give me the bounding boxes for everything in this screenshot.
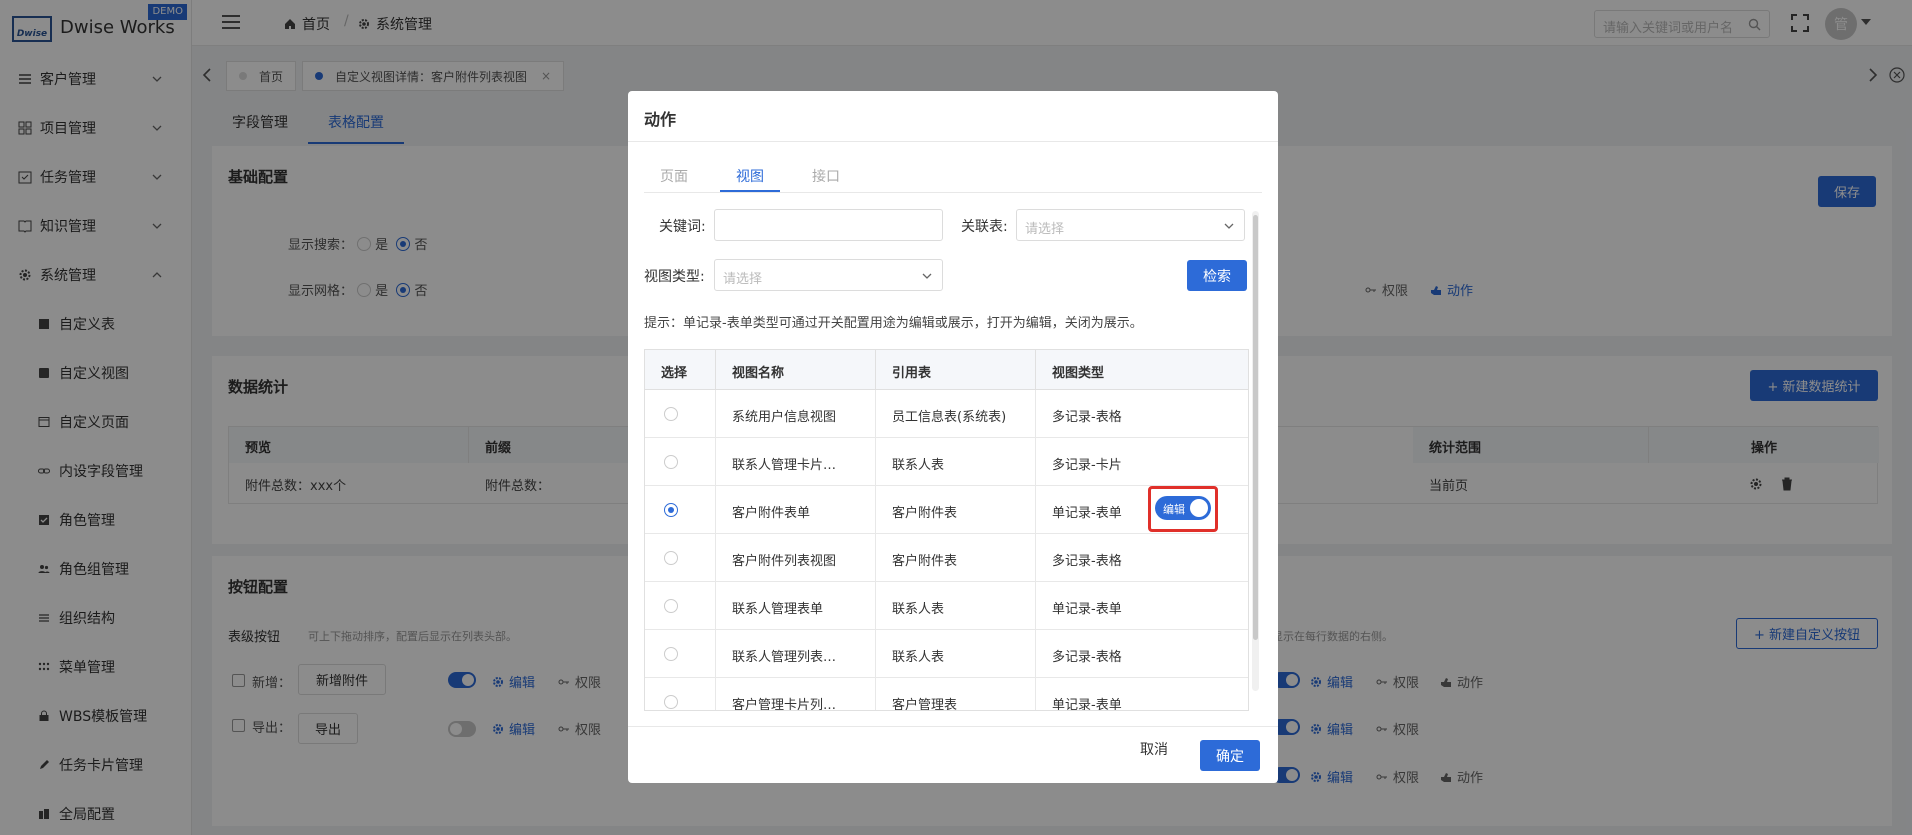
row-radio[interactable] — [664, 407, 678, 421]
col-view-type: 视图类型 — [1036, 350, 1248, 390]
table-row[interactable]: 联系人管理列表… 联系人表 多记录-表格 — [645, 630, 1248, 678]
view-type-cell: 单记录-表单 — [1052, 602, 1122, 617]
ref-table-cell: 客户附件表 — [876, 486, 1036, 534]
view-type-cell: 多记录-表格 — [1052, 554, 1122, 569]
row-radio[interactable] — [664, 695, 678, 709]
view-type-cell: 单记录-表单 — [1052, 698, 1122, 711]
view-type-cell: 多记录-表格 — [1052, 650, 1122, 665]
view-type-select[interactable]: 请选择 — [714, 259, 943, 291]
highlight-box — [1148, 486, 1218, 532]
view-name-cell: 联系人管理卡片… — [716, 438, 876, 486]
col-ref-table: 引用表 — [876, 350, 1036, 390]
select-cell — [645, 582, 716, 630]
col-view-name: 视图名称 — [716, 350, 876, 390]
view-name-cell: 客户管理卡片列… — [716, 678, 876, 710]
ref-table-cell: 客户管理表 — [876, 678, 1036, 710]
keyword-input[interactable] — [714, 209, 943, 241]
tab-page[interactable]: 页面 — [660, 166, 688, 186]
view-name-cell: 客户附件列表视图 — [716, 534, 876, 582]
modal-title: 动作 — [644, 110, 677, 129]
select-cell — [645, 630, 716, 678]
col-select: 选择 — [645, 350, 716, 390]
select-cell — [645, 678, 716, 710]
view-name-cell: 客户附件表单 — [716, 486, 876, 534]
ref-table-cell: 联系人表 — [876, 582, 1036, 630]
ref-table-cell: 联系人表 — [876, 438, 1036, 486]
tab-api[interactable]: 接口 — [812, 166, 840, 186]
select-cell — [645, 534, 716, 582]
view-name-cell: 系统用户信息视图 — [716, 390, 876, 438]
table-row[interactable]: 联系人管理卡片… 联系人表 多记录-卡片 — [645, 438, 1248, 486]
select-cell — [645, 486, 716, 534]
chevron-down-icon — [1224, 223, 1234, 229]
row-radio-selected[interactable] — [664, 503, 678, 517]
relation-table-select[interactable]: 请选择 — [1016, 209, 1245, 241]
table-row-selected[interactable]: 客户附件表单 客户附件表 单记录-表单 编辑 — [645, 486, 1248, 534]
row-radio[interactable] — [664, 455, 678, 469]
table-row[interactable]: 联系人管理表单 联系人表 单记录-表单 — [645, 582, 1248, 630]
view-name-cell: 联系人管理表单 — [716, 582, 876, 630]
view-type-cell: 多记录-表格 — [1052, 410, 1122, 425]
select-cell — [645, 390, 716, 438]
select-cell — [645, 438, 716, 486]
cancel-button[interactable]: 取消 — [1140, 739, 1168, 759]
action-modal: 动作 页面 视图 接口 关键词: 关联表: 请选择 视图类型: 请选择 检索 提… — [628, 91, 1278, 783]
modal-scrollbar-thumb[interactable] — [1253, 215, 1258, 640]
chevron-down-icon — [922, 273, 932, 279]
confirm-button[interactable]: 确定 — [1200, 740, 1260, 771]
relation-table-label: 关联表: — [961, 219, 1008, 235]
keyword-label: 关键词: — [659, 219, 706, 235]
view-type-cell: 多记录-卡片 — [1052, 458, 1122, 473]
row-radio[interactable] — [664, 647, 678, 661]
search-button[interactable]: 检索 — [1187, 260, 1247, 291]
hint-text: 提示：单记录-表单类型可通过开关配置用途为编辑或展示，打开为编辑，关闭为展示。 — [644, 316, 1143, 331]
divider — [628, 141, 1278, 142]
row-radio[interactable] — [664, 599, 678, 613]
active-tab-indicator — [720, 190, 780, 192]
ref-table-cell: 员工信息表(系统表) — [876, 390, 1036, 438]
ref-table-cell: 联系人表 — [876, 630, 1036, 678]
view-table: 选择 视图名称 引用表 视图类型 系统用户信息视图 员工信息表(系统表) 多记录… — [644, 349, 1249, 711]
view-type-label: 视图类型: — [644, 269, 705, 285]
table-row[interactable]: 客户附件列表视图 客户附件表 多记录-表格 — [645, 534, 1248, 582]
tab-divider — [644, 192, 1262, 193]
table-row[interactable]: 客户管理卡片列… 客户管理表 单记录-表单 — [645, 678, 1248, 711]
row-radio[interactable] — [664, 551, 678, 565]
tab-view[interactable]: 视图 — [736, 166, 764, 186]
view-name-cell: 联系人管理列表… — [716, 630, 876, 678]
ref-table-cell: 客户附件表 — [876, 534, 1036, 582]
divider — [628, 726, 1278, 727]
table-row[interactable]: 系统用户信息视图 员工信息表(系统表) 多记录-表格 — [645, 390, 1248, 438]
